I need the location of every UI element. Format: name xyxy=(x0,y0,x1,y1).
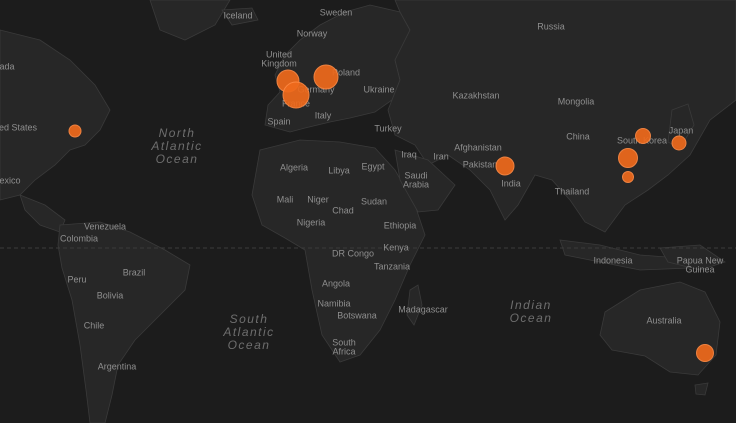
country-label-argentina: Argentina xyxy=(97,361,137,372)
country-label-libya: Libya xyxy=(328,165,350,176)
country-label-russia: Russia xyxy=(537,21,565,32)
country-label-egypt: Egypt xyxy=(361,161,385,172)
marker-germany[interactable] xyxy=(313,64,339,90)
marker-japan[interactable] xyxy=(671,135,687,151)
country-label-canada: ada xyxy=(0,61,15,72)
country-label-turkey: Turkey xyxy=(374,123,402,134)
country-label-namibia: Namibia xyxy=(317,298,351,309)
country-label-chile: Chile xyxy=(83,320,105,331)
country-label-sweden: Sweden xyxy=(319,7,353,18)
country-label-iraq: Iraq xyxy=(401,149,417,160)
south-america-land xyxy=(57,221,191,423)
country-label-algeria: Algeria xyxy=(279,162,309,173)
marker-australia-southeast[interactable] xyxy=(696,344,714,362)
greenland-land xyxy=(149,0,231,41)
country-label-norway: Norway xyxy=(296,28,328,39)
country-label-united-kingdom: United Kingdom xyxy=(261,49,297,69)
country-label-tanzania: Tanzania xyxy=(373,261,411,272)
map-base xyxy=(0,0,736,423)
country-label-venezuela: Venezuela xyxy=(83,221,127,232)
marker-china-east[interactable] xyxy=(618,148,638,168)
country-label-pakistan: Pakistan xyxy=(462,159,498,170)
country-label-papua-new-guinea: Papua New Guinea xyxy=(676,255,724,275)
country-label-indonesia: Indonesia xyxy=(593,255,633,266)
country-label-peru: Peru xyxy=(67,274,87,285)
ocean-label-north-atlantic: North Atlantic Ocean xyxy=(151,126,203,167)
country-label-australia: Australia xyxy=(646,315,682,326)
country-label-brazil: Brazil xyxy=(122,267,146,278)
country-label-chad: Chad xyxy=(332,205,354,216)
country-label-india: India xyxy=(501,178,521,189)
marker-france[interactable] xyxy=(282,81,310,109)
country-label-afghanistan: Afghanistan xyxy=(454,142,502,153)
country-label-angola: Angola xyxy=(321,278,351,289)
country-label-saudi-arabia: Saudi Arabia xyxy=(402,170,430,190)
ocean-label-south-atlantic: South Atlantic Ocean xyxy=(223,312,275,353)
country-label-ethiopia: Ethiopia xyxy=(383,220,417,231)
country-label-nigeria: Nigeria xyxy=(296,217,326,228)
country-label-south-africa: South Africa xyxy=(332,337,356,357)
country-label-spain: Spain xyxy=(267,116,291,127)
country-label-bolivia: Bolivia xyxy=(96,290,124,301)
central-america-land xyxy=(19,194,66,233)
marker-india[interactable] xyxy=(495,156,515,176)
country-label-mongolia: Mongolia xyxy=(557,96,595,107)
marker-united-states-east[interactable] xyxy=(68,124,82,138)
country-label-italy: Italy xyxy=(314,110,332,121)
country-label-united-states: ed States xyxy=(0,122,38,133)
country-label-niger: Niger xyxy=(307,194,329,205)
country-label-kazakhstan: Kazakhstan xyxy=(452,90,500,101)
country-label-mali: Mali xyxy=(276,194,294,205)
country-label-madagascar: Madagascar xyxy=(398,304,448,315)
country-label-iran: Iran xyxy=(433,151,449,162)
country-label-dr-congo: DR Congo xyxy=(331,248,375,259)
world-map[interactable]: North Atlantic Ocean South Atlantic Ocea… xyxy=(0,0,736,423)
tasmania-land xyxy=(694,382,709,396)
marker-south-korea[interactable] xyxy=(635,128,651,144)
ocean-label-indian: Indian Ocean xyxy=(509,297,553,325)
marker-china-south[interactable] xyxy=(622,171,634,183)
country-label-sudan: Sudan xyxy=(360,196,388,207)
country-label-china: China xyxy=(566,131,590,142)
country-label-japan: Japan xyxy=(668,125,694,136)
country-label-mexico: exico xyxy=(0,175,21,186)
country-label-kenya: Kenya xyxy=(383,242,409,253)
country-label-ukraine: Ukraine xyxy=(363,84,395,95)
country-label-botswana: Botswana xyxy=(337,310,377,321)
country-label-colombia: Colombia xyxy=(59,233,99,244)
country-label-iceland: Iceland xyxy=(223,10,253,21)
country-label-thailand: Thailand xyxy=(554,186,590,197)
